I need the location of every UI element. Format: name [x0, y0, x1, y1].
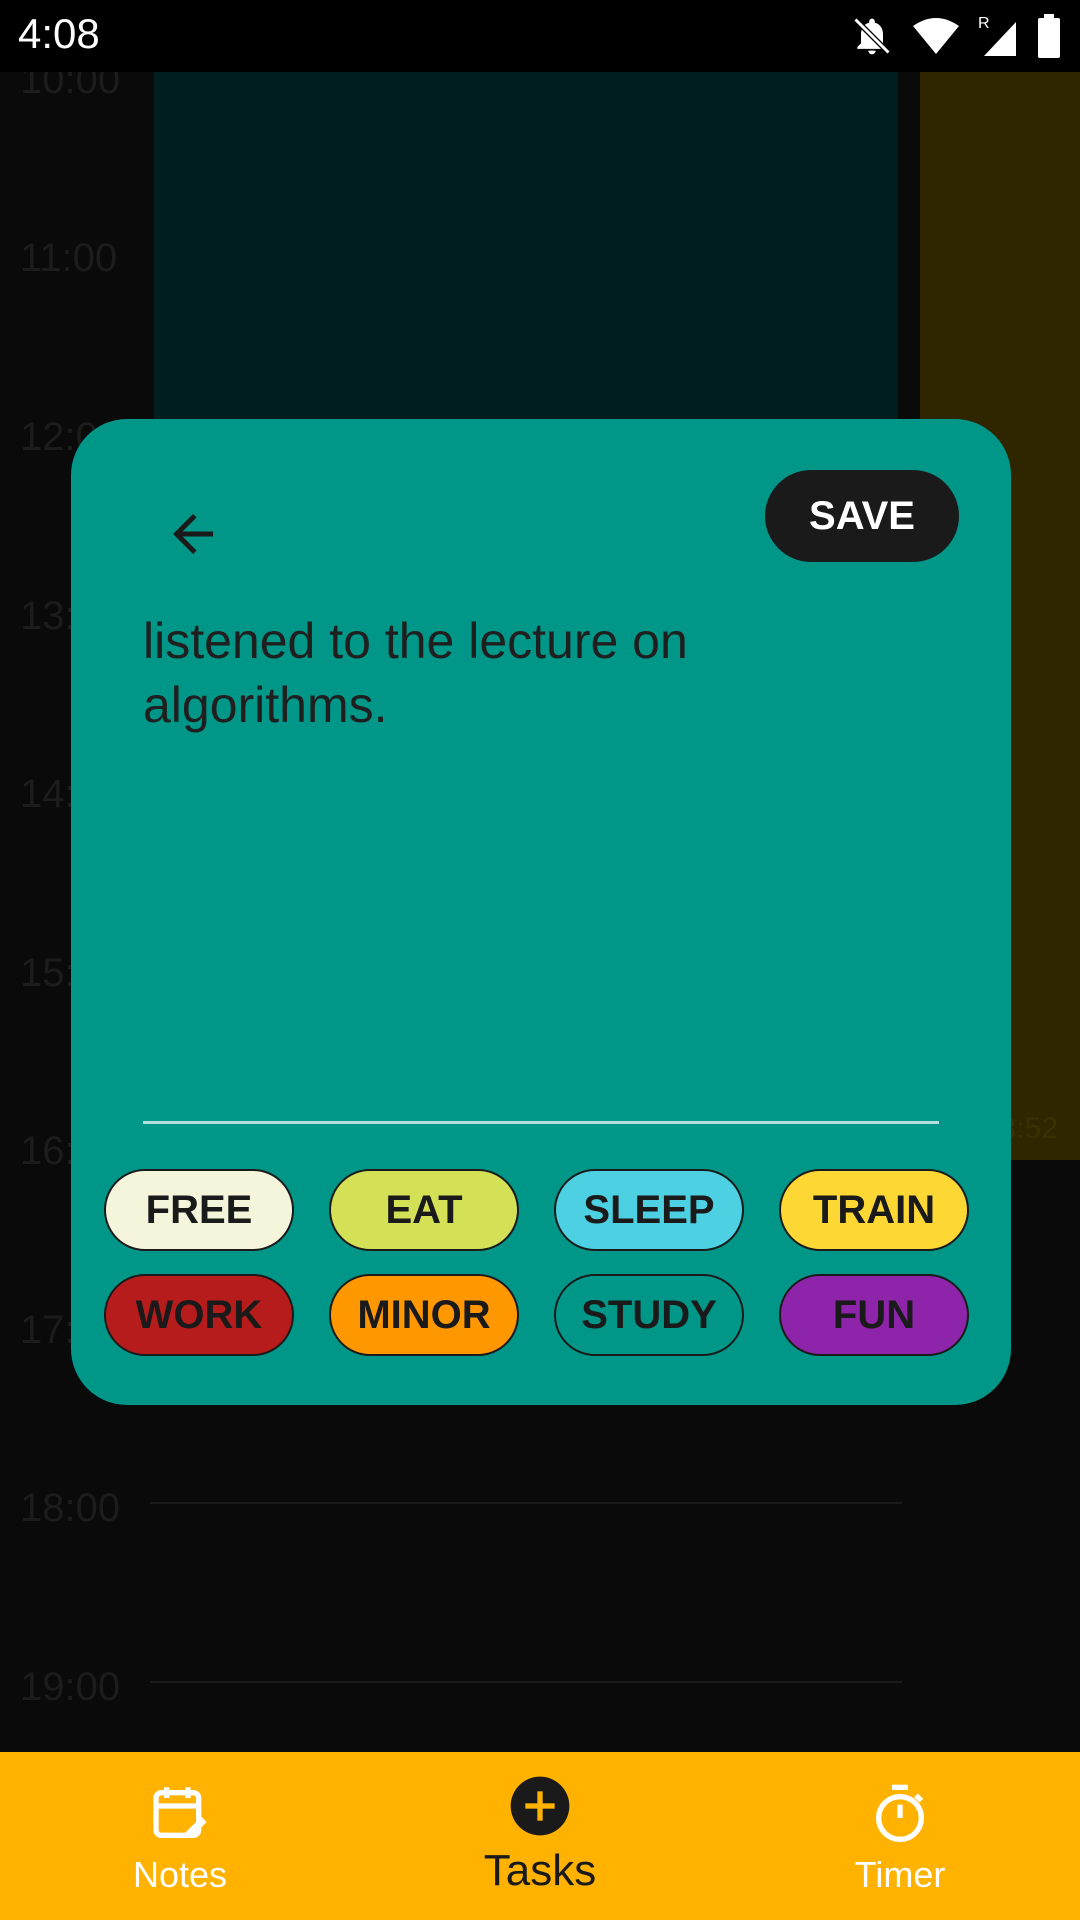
hour-divider	[150, 1681, 902, 1683]
bottom-navigation: Notes Tasks Timer	[0, 1752, 1080, 1920]
tag-sleep[interactable]: SLEEP	[554, 1169, 744, 1251]
hour-label: 18:00	[20, 1486, 121, 1530]
wifi-icon	[913, 18, 959, 54]
nav-timer[interactable]: Timer	[830, 1752, 970, 1920]
nav-notes[interactable]: Notes	[110, 1752, 250, 1920]
back-button[interactable]	[143, 489, 243, 579]
cell-signal-icon: R	[978, 15, 1016, 56]
note-input-underline	[143, 1121, 939, 1124]
status-icons: R	[850, 14, 1062, 58]
tag-study[interactable]: STUDY	[554, 1274, 744, 1356]
nav-tasks-label: Tasks	[483, 1846, 597, 1895]
hour-divider	[150, 1502, 902, 1504]
svg-text:R: R	[978, 15, 990, 32]
nav-notes-label: Notes	[132, 1854, 228, 1895]
note-text-input[interactable]: listened to the lecture on algorithms.	[143, 609, 923, 737]
nav-timer-label: Timer	[854, 1854, 946, 1895]
nav-tasks[interactable]: Tasks	[470, 1752, 610, 1920]
notifications-off-icon	[853, 17, 891, 55]
hour-label: 11:00	[20, 236, 118, 280]
tag-free[interactable]: FREE	[104, 1169, 294, 1251]
add-circle-icon	[510, 1776, 570, 1836]
tag-train[interactable]: TRAIN	[779, 1169, 969, 1251]
timer-icon	[876, 1784, 924, 1842]
hour-label: 19:00	[20, 1665, 121, 1709]
calendar-edit-icon	[153, 1787, 207, 1838]
tag-minor[interactable]: MINOR	[329, 1274, 519, 1356]
battery-icon	[1038, 14, 1060, 58]
status-bar: 4:08 R	[0, 0, 1080, 72]
hour-label: 10:00	[20, 72, 121, 102]
status-time: 4:08	[18, 10, 100, 57]
edit-note-dialog: SAVE listened to the lecture on algorith…	[71, 419, 1011, 1405]
tag-work[interactable]: WORK	[104, 1274, 294, 1356]
tag-eat[interactable]: EAT	[329, 1169, 519, 1251]
save-button[interactable]: SAVE	[765, 470, 959, 562]
arrow-back-icon	[173, 514, 213, 554]
tag-fun[interactable]: FUN	[779, 1274, 969, 1356]
